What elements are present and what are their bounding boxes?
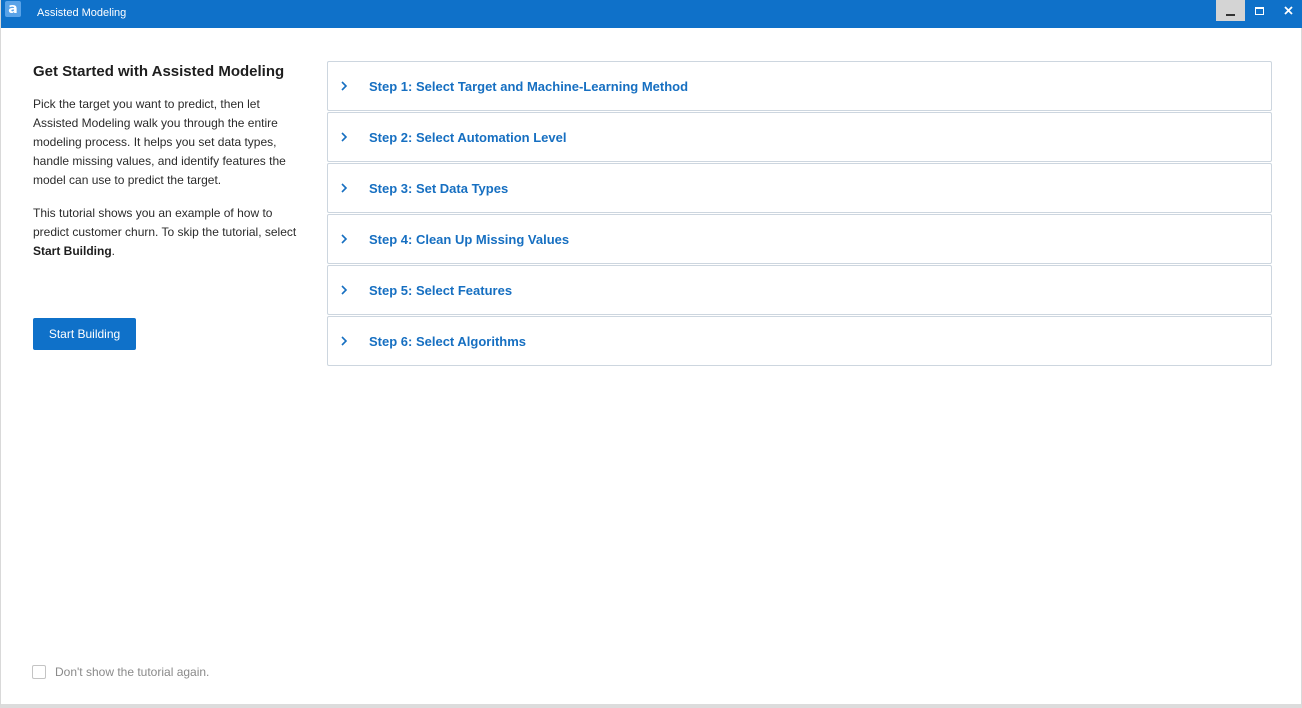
step-2-automation-level[interactable]: Step 2: Select Automation Level (327, 112, 1272, 162)
step-4-missing-values[interactable]: Step 4: Clean Up Missing Values (327, 214, 1272, 264)
step-label: Step 2: Select Automation Level (369, 129, 567, 145)
chevron-right-icon (337, 181, 351, 195)
chevron-right-icon (337, 130, 351, 144)
step-label: Step 1: Select Target and Machine-Learni… (369, 78, 689, 94)
minimize-button[interactable] (1216, 0, 1245, 21)
dont-show-again-row: Don't show the tutorial again. (32, 665, 209, 679)
step-label: Step 4: Clean Up Missing Values (369, 231, 570, 247)
app-logo-icon: a (5, 1, 21, 17)
step-label: Step 5: Select Features (369, 282, 513, 298)
steps-accordion: Step 1: Select Target and Machine-Learni… (327, 61, 1272, 367)
step-3-data-types[interactable]: Step 3: Set Data Types (327, 163, 1272, 213)
skip-tutorial-text: This tutorial shows you an example of ho… (33, 206, 297, 239)
window-controls (1216, 0, 1302, 28)
skip-tutorial-period: . (111, 244, 116, 258)
skip-tutorial-paragraph: This tutorial shows you an example of ho… (33, 204, 303, 261)
close-icon (1284, 6, 1293, 15)
chevron-right-icon (337, 79, 351, 93)
maximize-button[interactable] (1245, 0, 1274, 21)
close-button[interactable] (1274, 0, 1302, 21)
chevron-right-icon (337, 283, 351, 297)
intro-paragraph: Pick the target you want to predict, the… (33, 97, 286, 187)
start-building-button[interactable]: Start Building (33, 318, 136, 350)
start-building-emphasis: Start Building (33, 244, 112, 258)
dont-show-again-label[interactable]: Don't show the tutorial again. (55, 665, 209, 679)
chevron-right-icon (337, 232, 351, 246)
maximize-icon (1255, 6, 1264, 15)
dont-show-again-checkbox[interactable] (32, 665, 46, 679)
title-bar: a Assisted Modeling (1, 0, 1302, 28)
intro-panel: Get Started with Assisted Modeling Pick … (33, 62, 303, 261)
window-title: Assisted Modeling (37, 7, 127, 19)
minimize-icon (1226, 14, 1235, 16)
assisted-modeling-window: a Assisted Modeling Get Started with Ass… (0, 0, 1302, 708)
step-label: Step 6: Select Algorithms (369, 333, 526, 349)
step-6-select-algorithms[interactable]: Step 6: Select Algorithms (327, 316, 1272, 366)
step-5-select-features[interactable]: Step 5: Select Features (327, 265, 1272, 315)
chevron-right-icon (337, 334, 351, 348)
step-1-select-target[interactable]: Step 1: Select Target and Machine-Learni… (327, 61, 1272, 111)
step-label: Step 3: Set Data Types (369, 180, 509, 196)
intro-heading: Get Started with Assisted Modeling (33, 63, 285, 80)
